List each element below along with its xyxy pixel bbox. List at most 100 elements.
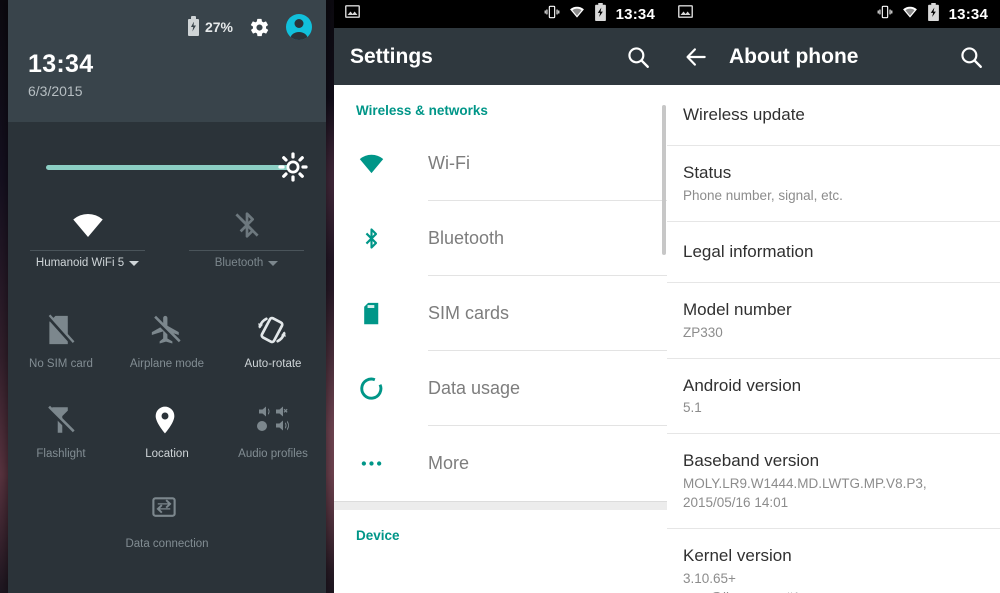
scrollbar-thumb[interactable] (662, 105, 666, 255)
tile-label: No SIM card (29, 358, 93, 370)
row-title: Model number (683, 299, 792, 319)
about-row-android-version[interactable]: Android version 5.1 (667, 359, 1000, 435)
shade-clock: 13:34 (28, 50, 94, 78)
battery-status: 27% (187, 15, 233, 36)
image-icon (344, 3, 361, 25)
tile-row: Data connection (8, 482, 326, 572)
settings-panel: 13:34 Settings Wireless & networks Wi-Fi (334, 0, 667, 593)
row-title: Android version (683, 375, 802, 395)
data-connection-icon (149, 492, 185, 530)
status-right-icons: 13:34 (877, 2, 988, 26)
tile-flashlight[interactable]: Flashlight (8, 392, 114, 482)
three-panel-screenshot: 27% 13:34 6/3/2015 Humanoid WiFi 5 Bluet… (0, 0, 1000, 593)
row-subtitle: 3.10.65+ user@linux-user #1 (683, 571, 800, 593)
brightness-slider[interactable] (8, 144, 326, 194)
brightness-icon[interactable] (278, 152, 308, 182)
status-bar: 13:34 (334, 0, 667, 28)
settings-row-wifi[interactable]: Wi-Fi (334, 126, 667, 201)
status-clock: 13:34 (615, 5, 655, 23)
tile-divider (189, 250, 304, 251)
battery-charging-icon (187, 15, 199, 36)
about-row-model-number[interactable]: Model number ZP330 (667, 283, 1000, 359)
shade-body: Humanoid WiFi 5 Bluetooth No SIM card Ai… (8, 122, 326, 593)
row-subtitle: 5.1 (683, 400, 702, 416)
gear-icon[interactable] (249, 17, 270, 38)
airplane-off-icon (149, 312, 185, 350)
row-subtitle: ZP330 (683, 324, 723, 340)
tile-airplane-mode[interactable]: Airplane mode (114, 302, 220, 392)
settings-row-label: More (428, 453, 470, 473)
about-phone-list[interactable]: Wireless update Status Phone number, sig… (667, 85, 1000, 593)
more-horizontal-icon (356, 449, 386, 479)
page-title: About phone (729, 44, 859, 68)
tile-label: Location (145, 448, 189, 460)
settings-row-label: SIM cards (428, 303, 510, 323)
wifi-icon (902, 4, 918, 25)
settings-list[interactable]: Wireless & networks Wi-Fi Bluetooth SIM … (334, 85, 667, 593)
shade-date: 6/3/2015 (28, 83, 83, 99)
search-icon[interactable] (958, 44, 984, 70)
tile-label: Flashlight (36, 448, 86, 460)
tile-audio-profiles[interactable]: Audio profiles (220, 392, 326, 482)
settings-row-more[interactable]: More (334, 426, 667, 501)
about-row-kernel-version[interactable]: Kernel version 3.10.65+ user@linux-user … (667, 529, 1000, 593)
status-bar: 13:34 (667, 0, 1000, 28)
back-arrow-icon[interactable] (683, 44, 709, 70)
tile-label: Auto-rotate (244, 358, 302, 370)
chevron-down-icon[interactable] (268, 260, 279, 266)
sim-card-icon (356, 299, 386, 329)
tile-auto-rotate[interactable]: Auto-rotate (220, 302, 326, 392)
row-title: Baseband version (683, 451, 820, 471)
primary-toggles: Humanoid WiFi 5 Bluetooth (8, 202, 326, 288)
wifi-ssid-label: Humanoid WiFi 5 (35, 257, 125, 269)
tile-label: Audio profiles (238, 448, 308, 460)
user-avatar-icon[interactable] (286, 14, 312, 40)
settings-row-data-usage[interactable]: Data usage (334, 351, 667, 426)
row-subtitle: MOLY.LR9.W1444.MD.LWTG.MP.V8.P3, 2015/05… (683, 476, 927, 511)
settings-row-label: Wi-Fi (428, 153, 470, 173)
about-row-baseband-version[interactable]: Baseband version MOLY.LR9.W1444.MD.LWTG.… (667, 434, 1000, 530)
sim-card-off-icon (43, 312, 79, 350)
tile-label: Airplane mode (129, 358, 205, 370)
tile-divider (30, 250, 145, 251)
shade-header-icons: 27% (187, 14, 312, 40)
quick-tile-grid: No SIM card Airplane mode Auto-rotate Fl… (8, 302, 326, 572)
status-left-icons (677, 3, 694, 25)
wifi-icon (569, 4, 585, 25)
settings-row-bluetooth[interactable]: Bluetooth (334, 201, 667, 276)
page-title: Settings (350, 44, 433, 68)
battery-charging-icon (594, 2, 607, 26)
tile-location[interactable]: Location (114, 392, 220, 482)
tile-data-connection[interactable]: Data connection (114, 482, 220, 572)
about-row-wireless-update[interactable]: Wireless update (667, 85, 1000, 146)
section-header-wireless: Wireless & networks (356, 103, 488, 118)
settings-row-label: Bluetooth (428, 228, 505, 248)
settings-row-sim-cards[interactable]: SIM cards (334, 276, 667, 351)
about-action-bar: About phone (667, 28, 1000, 85)
wifi-icon (68, 208, 108, 242)
about-row-status[interactable]: Status Phone number, signal, etc. (667, 146, 1000, 222)
tile-bluetooth[interactable]: Bluetooth (167, 202, 326, 288)
status-right-icons: 13:34 (544, 2, 655, 26)
about-row-legal-information[interactable]: Legal information (667, 222, 1000, 283)
tile-bluetooth-label[interactable]: Bluetooth (167, 257, 326, 269)
battery-percent-label: 27% (204, 19, 233, 35)
chevron-down-icon[interactable] (129, 260, 140, 266)
tile-row: No SIM card Airplane mode Auto-rotate (8, 302, 326, 392)
search-icon[interactable] (625, 44, 651, 70)
vibrate-icon (877, 4, 893, 25)
row-title: Kernel version (683, 546, 792, 566)
data-usage-icon (356, 374, 386, 404)
bluetooth-off-icon (227, 208, 267, 242)
brightness-track[interactable] (46, 165, 294, 170)
tile-no-sim-card[interactable]: No SIM card (8, 302, 114, 392)
tile-wifi[interactable]: Humanoid WiFi 5 (8, 202, 167, 288)
audio-profiles-icon (255, 402, 291, 440)
tile-wifi-label[interactable]: Humanoid WiFi 5 (8, 257, 167, 269)
section-gap (334, 501, 667, 510)
location-pin-icon (149, 402, 185, 440)
status-clock: 13:34 (948, 5, 988, 23)
settings-action-bar: Settings (334, 28, 667, 85)
row-title: Status (683, 162, 732, 182)
tile-label: Data connection (125, 538, 209, 550)
